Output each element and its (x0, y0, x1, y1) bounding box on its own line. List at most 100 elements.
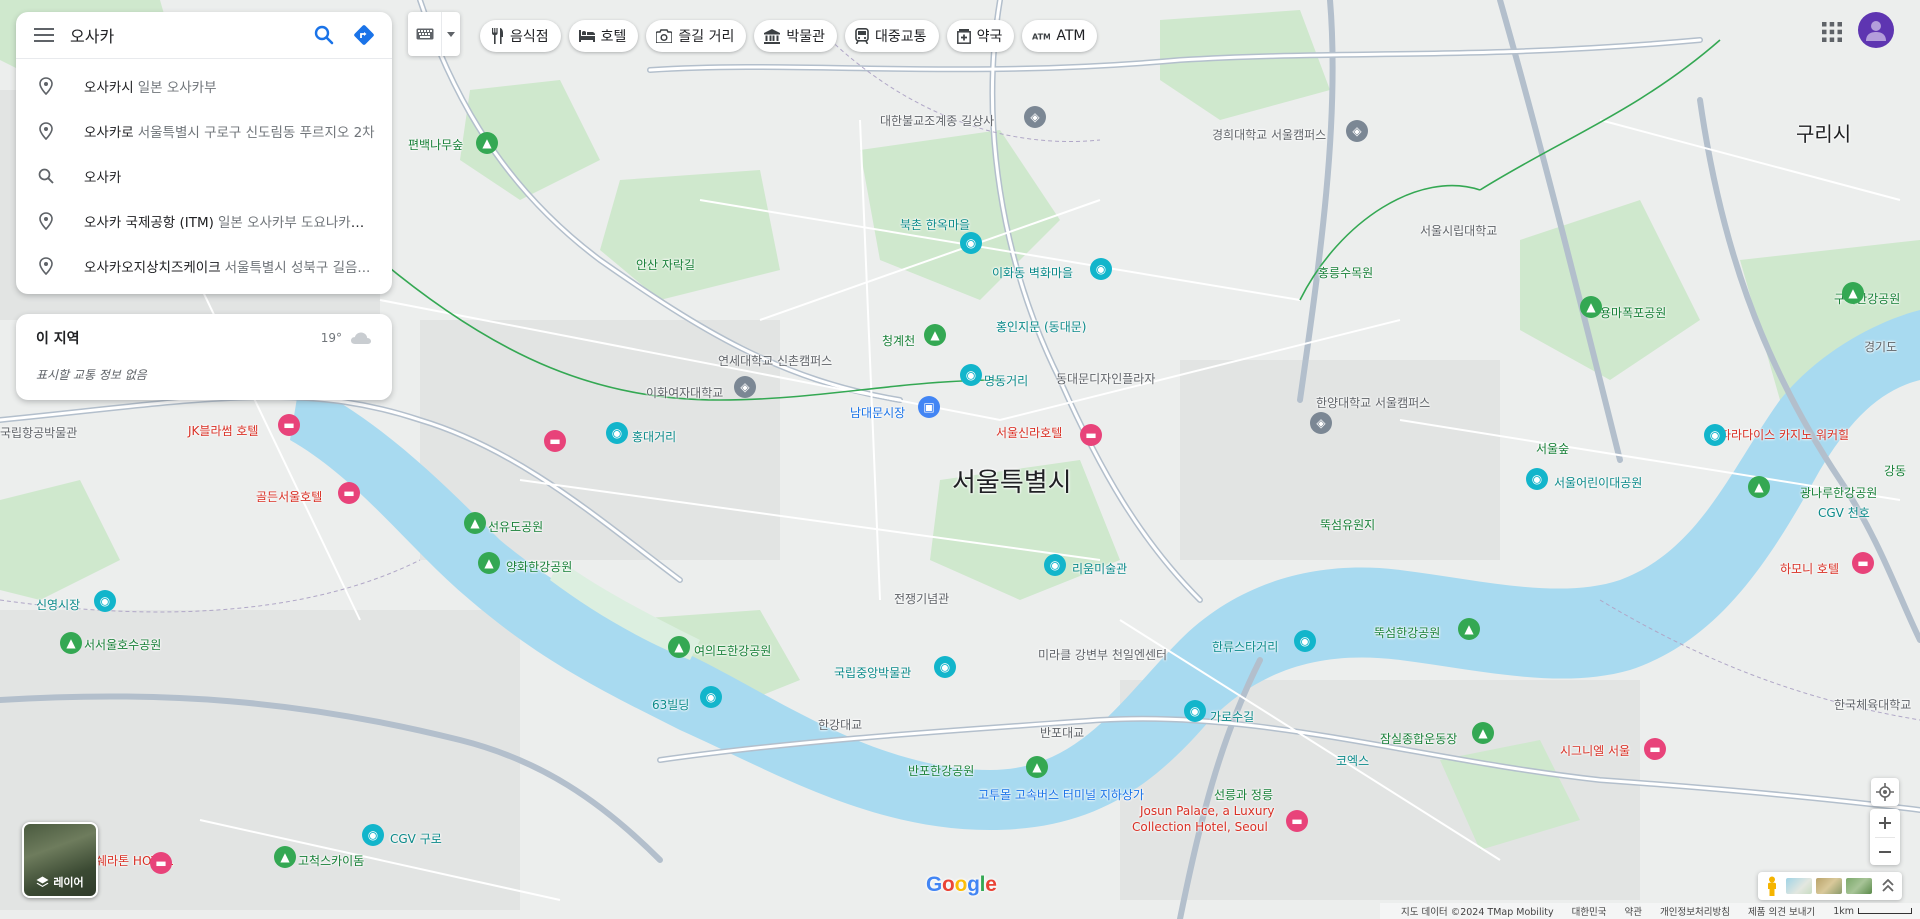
bed-icon[interactable]: ▬ (544, 430, 566, 452)
bed-icon[interactable]: ▬ (1286, 810, 1308, 832)
map-label[interactable]: 홍인지문 (동대문) (996, 318, 1086, 335)
map-label[interactable]: 뚝섬유원지 (1320, 516, 1375, 533)
chip-hotels[interactable]: 호텔 (568, 20, 639, 52)
map-label[interactable]: 서울신라호텔 (996, 424, 1062, 441)
map-label[interactable]: 양화한강공원 (506, 558, 572, 575)
chip-things-to-do[interactable]: 즐길 거리 (646, 20, 747, 52)
museum-icon[interactable]: ◉ (1044, 554, 1066, 576)
map-label[interactable]: Josun Palace, a Luxury (1140, 804, 1275, 818)
suggestion-item[interactable]: 오사카로 서울특별시 구로구 신도림동 푸르지오 2차 (16, 108, 392, 153)
map-label[interactable]: 뚝섬한강공원 (1374, 624, 1440, 641)
map-label[interactable]: 한양대학교 서울캠퍼스 (1316, 394, 1430, 411)
suggestion-item[interactable]: 오사카오지상치즈케이크 서울특별시 성북구 길음... (16, 243, 392, 288)
tree-icon[interactable]: ▲ (668, 636, 690, 658)
map-label[interactable]: 안산 자락길 (636, 256, 695, 273)
map-label[interactable]: 코엑스 (1336, 752, 1369, 769)
tree-icon[interactable]: ▲ (464, 512, 486, 534)
map-label[interactable]: 연세대학교 신촌캠퍼스 (718, 352, 832, 369)
map-label[interactable]: 서서울호수공원 (84, 636, 161, 653)
tree-icon[interactable]: ▲ (1748, 476, 1770, 498)
suggestion-item[interactable]: 오사카 (16, 153, 392, 198)
area-info-card[interactable]: 이 지역 19° 표시할 교통 정보 없음 (16, 314, 392, 400)
zoom-in-button[interactable] (1870, 809, 1900, 837)
tree-icon[interactable]: ▲ (1580, 296, 1602, 318)
camera-icon[interactable]: ◉ (1090, 258, 1112, 280)
map-label[interactable]: 하모니 호텔 (1780, 560, 1839, 577)
search-button[interactable] (304, 15, 344, 55)
chip-atm[interactable]: ATM ATM (1022, 20, 1098, 52)
map-label[interactable]: 동대문디자인플라자 (1056, 370, 1155, 387)
map-label[interactable]: 한국체육대학교 (1834, 696, 1911, 713)
university-icon[interactable]: ◈ (734, 376, 756, 398)
chevron-down-icon[interactable] (442, 31, 460, 37)
map-label[interactable]: 국립중앙박물관 (834, 664, 911, 681)
imagery-thumbnail[interactable] (1786, 878, 1812, 894)
tree-icon[interactable]: ▲ (476, 132, 498, 154)
tree-icon[interactable]: ▲ (1458, 618, 1480, 640)
imagery-thumbnail[interactable] (1846, 878, 1872, 894)
tree-icon[interactable]: ▲ (274, 846, 296, 868)
map-label[interactable]: 광나루한강공원 (1800, 484, 1877, 501)
map-label[interactable]: 시그니엘 서울 (1560, 742, 1630, 759)
map-label[interactable]: 이화동 벽화마을 (992, 264, 1073, 281)
suggestion-item[interactable]: 오사카 국제공항 (ITM) 일본 오사카부 도요나카시 ... (16, 198, 392, 243)
map-label[interactable]: 명동거리 (984, 372, 1028, 389)
bed-icon[interactable]: ▬ (1852, 552, 1874, 574)
bed-icon[interactable]: ▬ (338, 482, 360, 504)
tree-icon[interactable]: ▲ (1472, 722, 1494, 744)
zoom-out-button[interactable] (1870, 838, 1900, 866)
feedback-link[interactable]: 제품 의견 보내기 (1748, 904, 1815, 918)
map-label[interactable]: 대한불교조계종 길상사 (880, 112, 994, 129)
map-label[interactable]: 파라다이스 카지노 워커힐 (1720, 426, 1849, 443)
map-label[interactable]: 서울어린이대공원 (1554, 474, 1642, 491)
map-label[interactable]: JK블라썸 호텔 (188, 422, 258, 439)
map-label[interactable]: 전쟁기념관 (894, 590, 949, 607)
tree-icon[interactable]: ▲ (60, 632, 82, 654)
map-label[interactable]: 가로수길 (1210, 708, 1254, 725)
camera-icon[interactable]: ◉ (700, 686, 722, 708)
bed-icon[interactable]: ▬ (278, 414, 300, 436)
search-input[interactable] (64, 25, 304, 45)
tree-icon[interactable]: ▲ (1842, 282, 1864, 304)
chip-museums[interactable]: 박물관 (754, 20, 838, 52)
shopping-icon[interactable]: ▣ (918, 396, 940, 418)
camera-icon[interactable]: ◉ (1184, 700, 1206, 722)
scale-bar[interactable]: 1km (1833, 906, 1912, 917)
map-label[interactable]: 리움미술관 (1072, 560, 1127, 577)
map-label[interactable]: 이화여자대학교 (646, 384, 723, 401)
camera-icon[interactable]: ◉ (606, 422, 628, 444)
map-label[interactable]: 여의도한강공원 (694, 642, 771, 659)
expand-button[interactable] (1878, 879, 1898, 893)
map-label[interactable]: 잠실종합운동장 (1380, 730, 1457, 747)
map-label[interactable]: 홍릉수목원 (1318, 264, 1373, 281)
map-label[interactable]: CGV 천호 (1818, 504, 1870, 521)
map-label[interactable]: 반포대교 (1040, 724, 1084, 741)
suggestion-item[interactable]: 오사카시 일본 오사카부 (16, 63, 392, 108)
map-label[interactable]: 강동 (1884, 462, 1906, 479)
account-avatar[interactable] (1858, 12, 1894, 48)
map-label[interactable]: 서울시립대학교 (1420, 222, 1497, 239)
privacy-link[interactable]: 개인정보처리방침 (1660, 904, 1730, 918)
menu-button[interactable] (24, 15, 64, 55)
map-label[interactable]: 고투몰 고속버스 터미널 지하상가 (978, 786, 1144, 803)
bed-icon[interactable]: ▬ (150, 852, 172, 874)
university-icon[interactable]: ◈ (1024, 106, 1046, 128)
university-icon[interactable]: ◈ (1346, 120, 1368, 142)
map-label[interactable]: 선릉과 정릉 (1214, 786, 1273, 803)
map-label[interactable]: 한강대교 (818, 716, 862, 733)
camera-icon[interactable]: ◉ (362, 824, 384, 846)
layers-button[interactable]: 레이어 (22, 822, 98, 898)
chip-transit[interactable]: 대중교통 (845, 20, 939, 52)
map-label[interactable]: Collection Hotel, Seoul (1132, 820, 1268, 834)
bed-icon[interactable]: ▬ (1644, 738, 1666, 760)
map-label[interactable]: 선유도공원 (488, 518, 543, 535)
camera-icon[interactable]: ◉ (1294, 630, 1316, 652)
google-apps-button[interactable] (1816, 16, 1848, 48)
camera-icon[interactable]: ◉ (960, 232, 982, 254)
camera-icon[interactable]: ◉ (94, 590, 116, 612)
tree-icon[interactable]: ▲ (478, 552, 500, 574)
museum-icon[interactable]: ◉ (934, 656, 956, 678)
camera-icon[interactable]: ◉ (1704, 424, 1726, 446)
tree-icon[interactable]: ▲ (1026, 756, 1048, 778)
camera-icon[interactable]: ◉ (960, 364, 982, 386)
